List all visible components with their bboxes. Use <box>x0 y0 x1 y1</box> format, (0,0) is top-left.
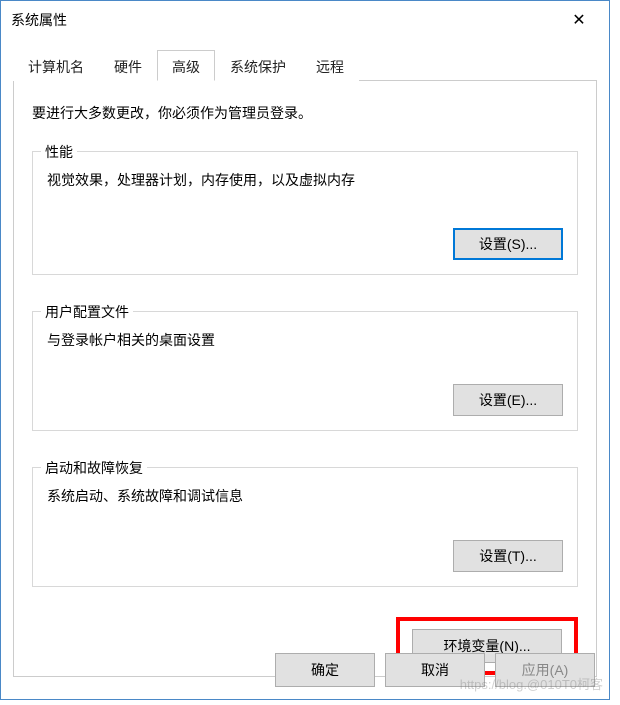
group-startup-recovery: 启动和故障恢复 系统启动、系统故障和调试信息 设置(T)... <box>32 467 578 587</box>
admin-notice: 要进行大多数更改，你必须作为管理员登录。 <box>32 103 578 123</box>
group-performance-desc: 视觉效果，处理器计划，内存使用，以及虚拟内存 <box>47 170 563 190</box>
tab-remote[interactable]: 远程 <box>301 50 359 81</box>
tab-computer-name[interactable]: 计算机名 <box>13 50 99 81</box>
startup-recovery-settings-button[interactable]: 设置(T)... <box>453 540 563 572</box>
user-profiles-settings-button[interactable]: 设置(E)... <box>453 384 563 416</box>
close-icon: ✕ <box>572 10 585 30</box>
close-button[interactable]: ✕ <box>559 5 599 35</box>
tab-system-protection[interactable]: 系统保护 <box>215 50 301 81</box>
titlebar: 系统属性 ✕ <box>1 1 609 39</box>
group-startup-recovery-legend: 启动和故障恢复 <box>41 458 147 478</box>
system-properties-window: 系统属性 ✕ 计算机名 硬件 高级 系统保护 远程 要进行大多数更改，你必须作为… <box>0 0 610 700</box>
ok-button[interactable]: 确定 <box>275 653 375 687</box>
group-user-profiles: 用户配置文件 与登录帐户相关的桌面设置 设置(E)... <box>32 311 578 431</box>
group-user-profiles-legend: 用户配置文件 <box>41 302 133 322</box>
group-startup-recovery-desc: 系统启动、系统故障和调试信息 <box>47 486 563 506</box>
group-performance-legend: 性能 <box>41 142 77 162</box>
tabstrip: 计算机名 硬件 高级 系统保护 远程 <box>13 49 597 81</box>
window-title: 系统属性 <box>11 10 67 30</box>
cancel-button[interactable]: 取消 <box>385 653 485 687</box>
tabpanel-advanced: 要进行大多数更改，你必须作为管理员登录。 性能 视觉效果，处理器计划，内存使用，… <box>13 81 597 677</box>
client-area: 计算机名 硬件 高级 系统保护 远程 要进行大多数更改，你必须作为管理员登录。 … <box>1 39 609 689</box>
apply-button[interactable]: 应用(A) <box>495 653 595 687</box>
group-user-profiles-desc: 与登录帐户相关的桌面设置 <box>47 330 563 350</box>
group-performance: 性能 视觉效果，处理器计划，内存使用，以及虚拟内存 设置(S)... <box>32 151 578 275</box>
performance-settings-button[interactable]: 设置(S)... <box>453 228 563 260</box>
dialog-button-row: 确定 取消 应用(A) <box>275 653 595 687</box>
tab-hardware[interactable]: 硬件 <box>99 50 157 81</box>
tab-advanced[interactable]: 高级 <box>157 50 215 81</box>
